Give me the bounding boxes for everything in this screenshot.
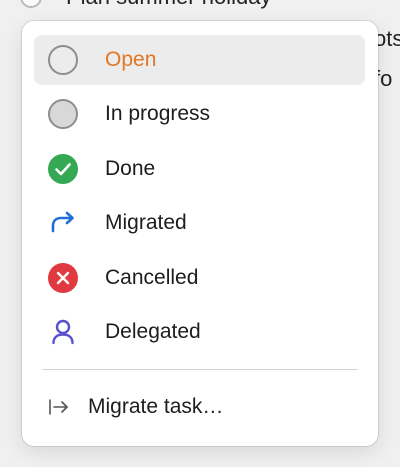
curved-arrow-icon — [47, 207, 79, 239]
task-title[interactable]: Plan summer holiday — [66, 0, 271, 10]
menu-item-delegated[interactable]: Delegated — [34, 307, 365, 357]
gray-filled-circle-icon — [47, 98, 79, 130]
menu-item-open[interactable]: Open — [34, 35, 365, 85]
menu-item-label: Cancelled — [105, 266, 199, 289]
menu-item-label: Open — [105, 48, 157, 71]
status-menu: Open In progress Done Migrated Cancelled… — [22, 21, 378, 446]
menu-item-label: Migrated — [105, 211, 187, 234]
migrate-task-button[interactable]: Migrate task… — [36, 387, 364, 427]
arrow-to-bar-icon — [48, 397, 70, 417]
menu-item-cancelled[interactable]: Cancelled — [34, 253, 365, 303]
empty-circle-icon — [47, 44, 79, 76]
menu-item-label: In progress — [105, 102, 211, 125]
green-check-circle-icon — [47, 153, 79, 185]
migrate-task-label: Migrate task… — [88, 395, 224, 418]
menu-item-migrated[interactable]: Migrated — [34, 198, 365, 248]
task-status-circle[interactable] — [20, 0, 42, 8]
menu-item-done[interactable]: Done — [34, 144, 365, 194]
menu-item-in-progress[interactable]: In progress — [34, 89, 365, 139]
red-x-circle-icon — [47, 262, 79, 294]
menu-divider — [42, 369, 358, 370]
menu-item-label: Done — [105, 157, 156, 180]
person-icon — [47, 316, 79, 348]
menu-item-label: Delegated — [105, 320, 201, 343]
